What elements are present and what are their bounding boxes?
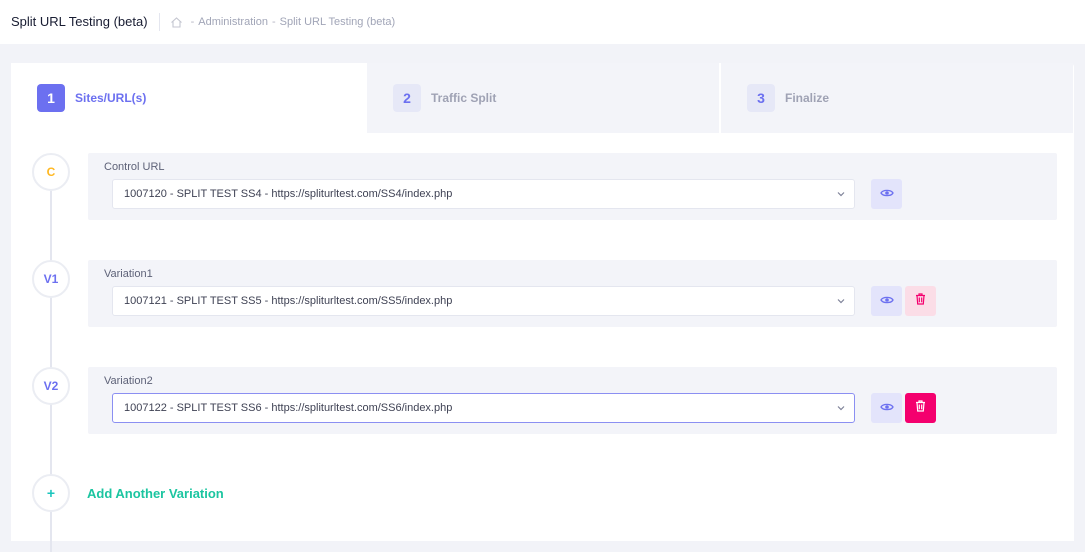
step-finalize[interactable]: 3 Finalize [719,63,1073,133]
step-sites-urls[interactable]: 1 Sites/URL(s) [11,63,365,133]
step-number: 2 [393,84,421,112]
step-label: Sites/URL(s) [75,91,147,105]
variation2-node: V2 [32,367,70,405]
step-traffic-split[interactable]: 2 Traffic Split [365,63,719,133]
variation1-select[interactable]: 1007121 - SPLIT TEST SS5 - https://split… [112,286,855,316]
wizard-steps: 1 Sites/URL(s) 2 Traffic Split 3 Finaliz… [11,63,1074,133]
top-bar: Split URL Testing (beta) - Administratio… [0,0,1085,44]
control-url-select[interactable]: 1007120 - SPLIT TEST SS4 - https://split… [112,179,855,209]
view-control-button[interactable] [871,179,902,209]
delete-variation2-button[interactable] [905,393,936,423]
view-variation1-button[interactable] [871,286,902,316]
add-variation-link[interactable]: Add Another Variation [87,486,224,501]
breadcrumb-separator: - [190,16,195,28]
eye-icon [879,399,894,417]
step-number: 1 [37,84,65,112]
eye-icon [879,185,894,203]
select-value: 1007120 - SPLIT TEST SS4 - https://split… [124,188,453,200]
view-variation2-button[interactable] [871,393,902,423]
variation2-select[interactable]: 1007122 - SPLIT TEST SS6 - https://split… [112,393,855,423]
step-label: Finalize [785,91,830,105]
step-number: 3 [747,84,775,112]
breadcrumb-item-current: Split URL Testing (beta) [279,16,396,28]
control-url-row: Control URL 1007120 - SPLIT TEST SS4 - h… [88,153,1057,220]
wizard-card: 1 Sites/URL(s) 2 Traffic Split 3 Finaliz… [11,63,1074,552]
trash-icon [915,292,926,310]
variation1-row: Variation1 1007121 - SPLIT TEST SS5 - ht… [88,260,1057,327]
chevron-down-icon [836,189,846,199]
eye-icon [879,292,894,310]
chevron-down-icon [836,403,846,413]
chevron-down-icon [836,296,846,306]
home-icon[interactable] [170,16,183,29]
variation1-label: Variation1 [104,268,153,280]
variation1-node: V1 [32,260,70,298]
control-url-label: Control URL [104,161,165,173]
delete-variation1-button[interactable] [905,286,936,316]
breadcrumb: - Administration - Split URL Testing (be… [160,16,396,29]
step-label: Traffic Split [431,91,497,105]
select-value: 1007121 - SPLIT TEST SS5 - https://split… [124,295,453,307]
control-node: C [32,153,70,191]
select-value: 1007122 - SPLIT TEST SS6 - https://split… [124,402,453,414]
breadcrumb-item-administration[interactable]: Administration [198,16,268,28]
breadcrumb-separator: - [271,16,276,28]
add-variation-icon[interactable]: + [32,474,70,512]
trash-icon [915,399,926,417]
page-title: Split URL Testing (beta) [0,13,160,31]
variation2-label: Variation2 [104,375,153,387]
variation2-row: Variation2 1007122 - SPLIT TEST SS6 - ht… [88,367,1057,434]
